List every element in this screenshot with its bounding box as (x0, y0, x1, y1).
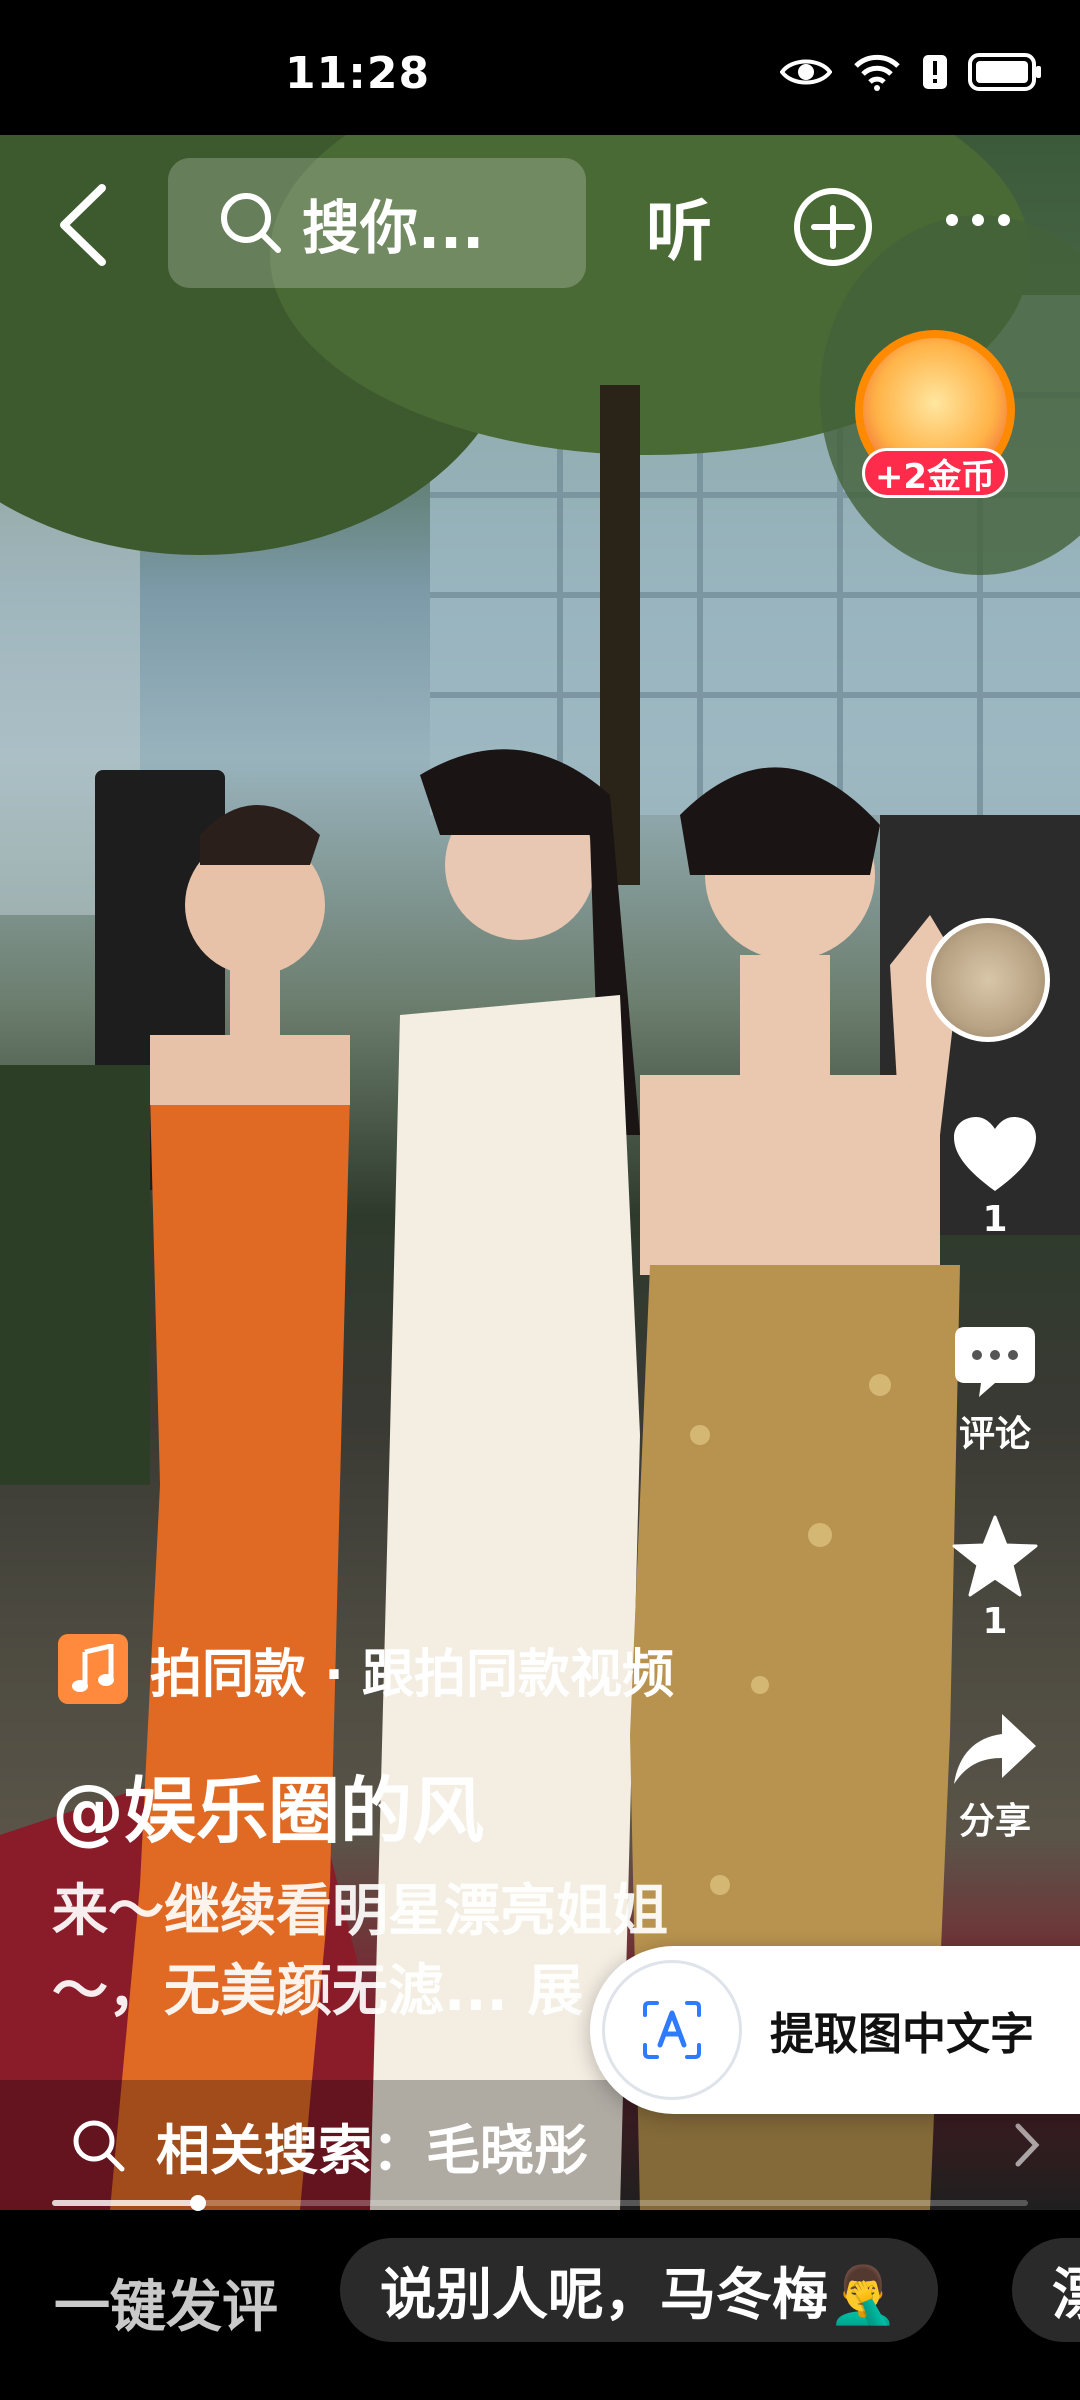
alert-icon (923, 55, 947, 89)
same-style-text: 拍同款 · 跟拍同款视频 (150, 1644, 674, 1705)
like-count: 1 (982, 1199, 1008, 1240)
more-icon[interactable] (942, 200, 1014, 240)
related-search-label: 相关搜索： (156, 2118, 426, 2182)
comment-button[interactable]: 评论 (920, 1325, 1070, 1457)
status-bar: 11:28 (0, 0, 1080, 135)
extract-text-label: 提取图中文字 (770, 2009, 1034, 2060)
comment-label: 评论 (958, 1414, 1031, 1455)
back-arrow-icon[interactable] (50, 180, 120, 270)
author-name[interactable]: @娱乐圈的风 (52, 1752, 484, 1857)
related-search-query: 毛晓彤 (426, 2118, 588, 2182)
status-time: 11:28 (285, 48, 431, 99)
comment-bubble-icon (955, 1327, 1035, 1397)
share-label: 分享 (958, 1801, 1031, 1842)
coin-reward-badge[interactable]: +2金币 (850, 330, 1020, 500)
search-placeholder: 搜你... (302, 194, 485, 262)
search-icon (221, 193, 281, 253)
author-avatar[interactable] (926, 918, 1050, 1042)
quick-comment-chip[interactable]: 说别人呢，马冬梅🤦‍♂️ (340, 2238, 938, 2342)
music-note-icon (58, 1634, 128, 1704)
heart-icon (954, 1117, 1036, 1191)
like-button[interactable]: 1 (920, 1115, 1070, 1240)
status-icons (780, 52, 1042, 92)
description-line-1[interactable]: 来～继续看明星漂亮姐姐 (52, 1866, 668, 1947)
app-screen: 11:28 搜你... 听 +2金币 1 评论 1 分享 拍同款 · 跟拍同款视… (0, 0, 1080, 2400)
search-icon (73, 2120, 125, 2172)
video-progress-bar[interactable] (52, 2195, 1028, 2211)
quick-comment-chip[interactable]: 漂 (1012, 2238, 1080, 2342)
top-nav: 搜你... 听 (0, 150, 1080, 300)
favorite-count: 1 (982, 1601, 1008, 1642)
share-button[interactable]: 分享 (920, 1712, 1070, 1844)
add-circle-icon[interactable] (792, 186, 874, 268)
star-icon (952, 1515, 1038, 1597)
share-arrow-icon (954, 1714, 1036, 1784)
coin-reward-label: +2金币 (862, 448, 1008, 498)
battery-icon (968, 53, 1041, 91)
text-recognition-icon (602, 1960, 742, 2100)
search-box[interactable]: 搜你... (168, 158, 586, 288)
progress-fill (52, 2200, 199, 2206)
same-style-tag[interactable]: 拍同款 · 跟拍同款视频 (58, 1625, 674, 1713)
listen-button[interactable]: 听 (646, 178, 712, 274)
chevron-right-icon (1015, 2123, 1040, 2167)
wifi-icon (854, 54, 900, 91)
quick-comment-bar: 一键发评 说别人呢，马冬梅🤦‍♂️ 漂 (0, 2210, 1080, 2400)
favorite-button[interactable]: 1 (920, 1515, 1070, 1642)
eye-icon (780, 59, 832, 85)
extract-text-button[interactable]: 提取图中文字 (590, 1946, 1080, 2114)
one-click-comment-label[interactable]: 一键发评 (54, 2262, 278, 2343)
description-line-2[interactable]: ～，无美颜无滤... 展 (52, 1946, 583, 2027)
